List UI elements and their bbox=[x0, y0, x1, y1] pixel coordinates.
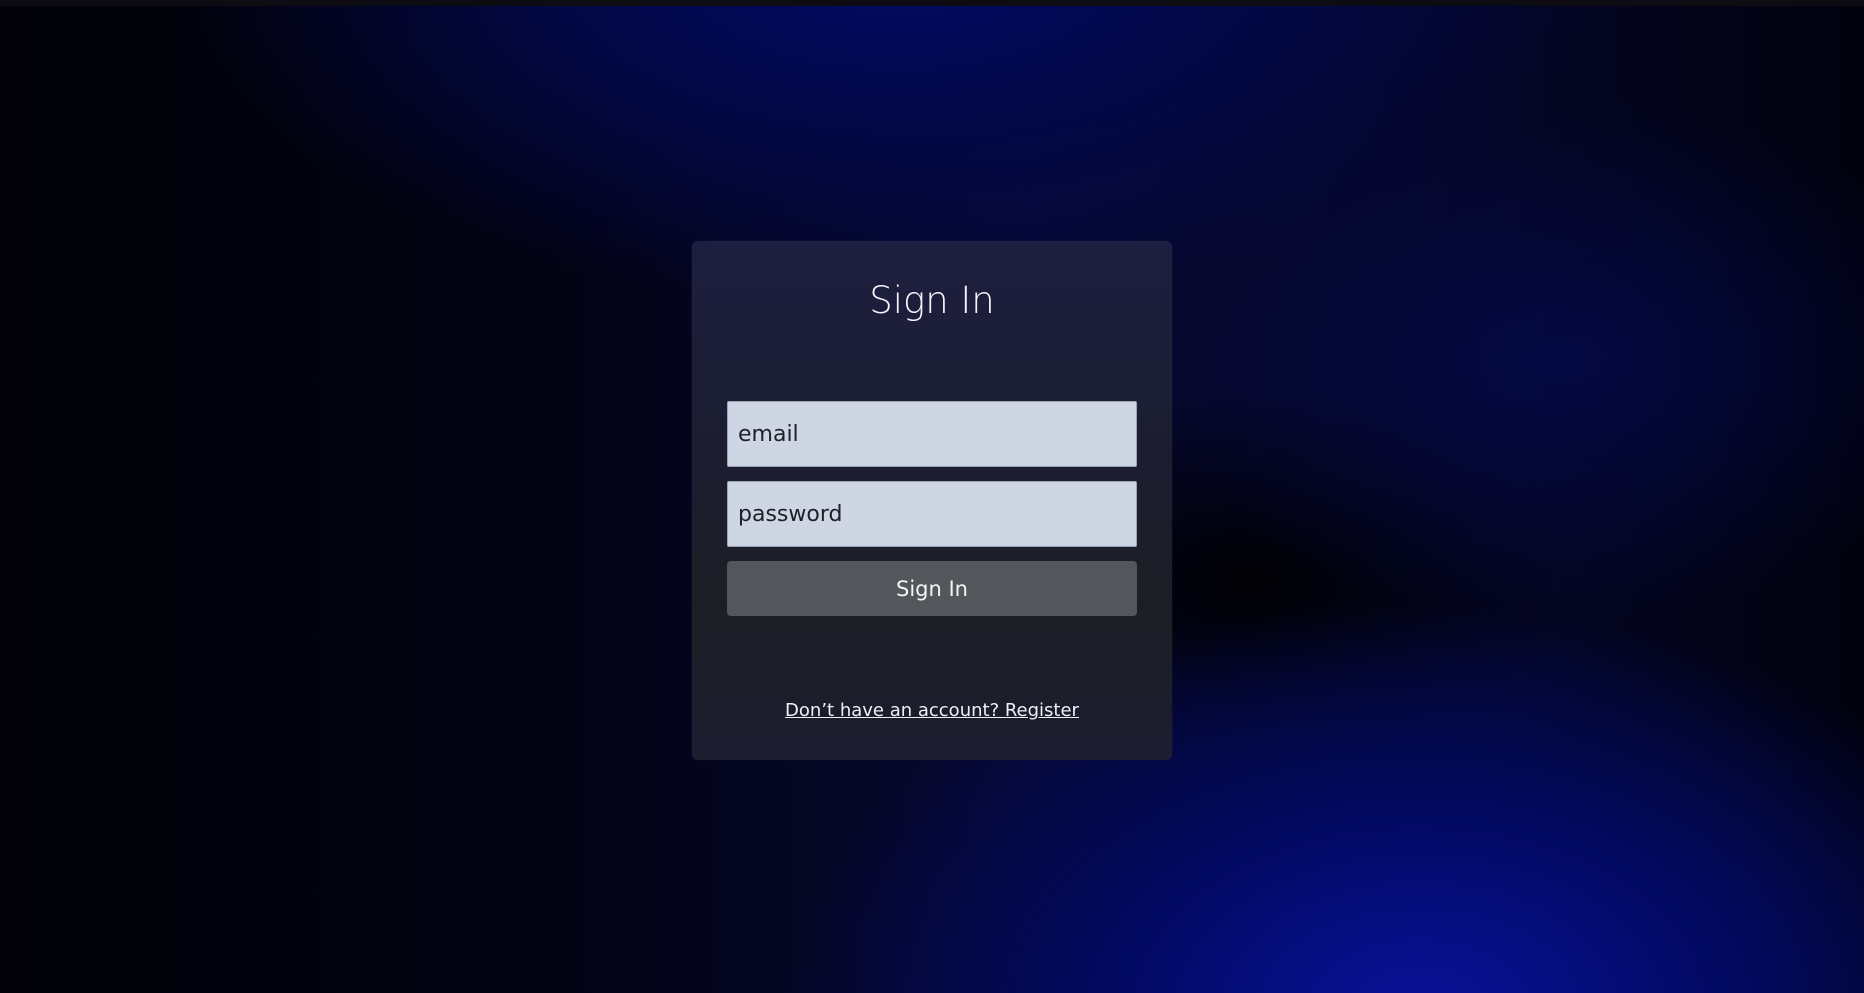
sign-in-button[interactable]: Sign In bbox=[727, 561, 1137, 616]
top-bar bbox=[0, 0, 1864, 6]
register-prompt: Don’t have an account? Register bbox=[692, 699, 1172, 723]
email-field[interactable] bbox=[727, 401, 1137, 467]
login-card: Sign In Sign In Don’t have an account? R… bbox=[692, 241, 1172, 760]
register-link[interactable]: Don’t have an account? Register bbox=[785, 700, 1079, 721]
password-field[interactable] bbox=[727, 481, 1137, 547]
page-title: Sign In bbox=[869, 279, 995, 322]
